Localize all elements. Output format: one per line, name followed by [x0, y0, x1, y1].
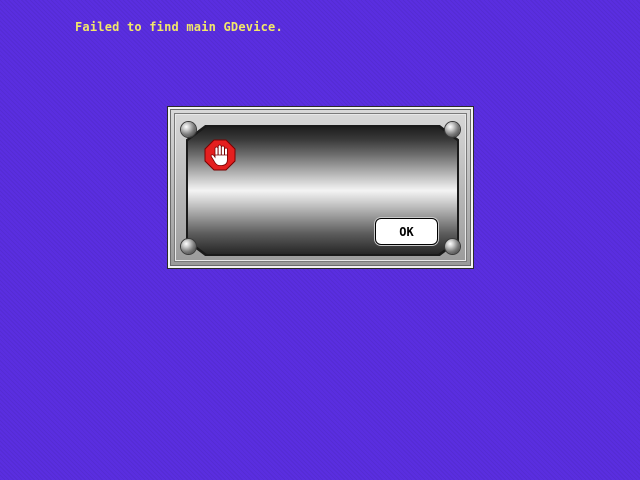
screw-bottom-left	[181, 239, 196, 254]
screw-bottom-right	[445, 239, 460, 254]
screw-top-left	[181, 122, 196, 137]
alert-dialog: OK	[168, 107, 473, 268]
ok-button[interactable]: OK	[375, 218, 438, 245]
stop-hand-icon	[204, 139, 236, 171]
screw-top-right	[445, 122, 460, 137]
error-message: Failed to find main GDevice.	[75, 20, 283, 34]
